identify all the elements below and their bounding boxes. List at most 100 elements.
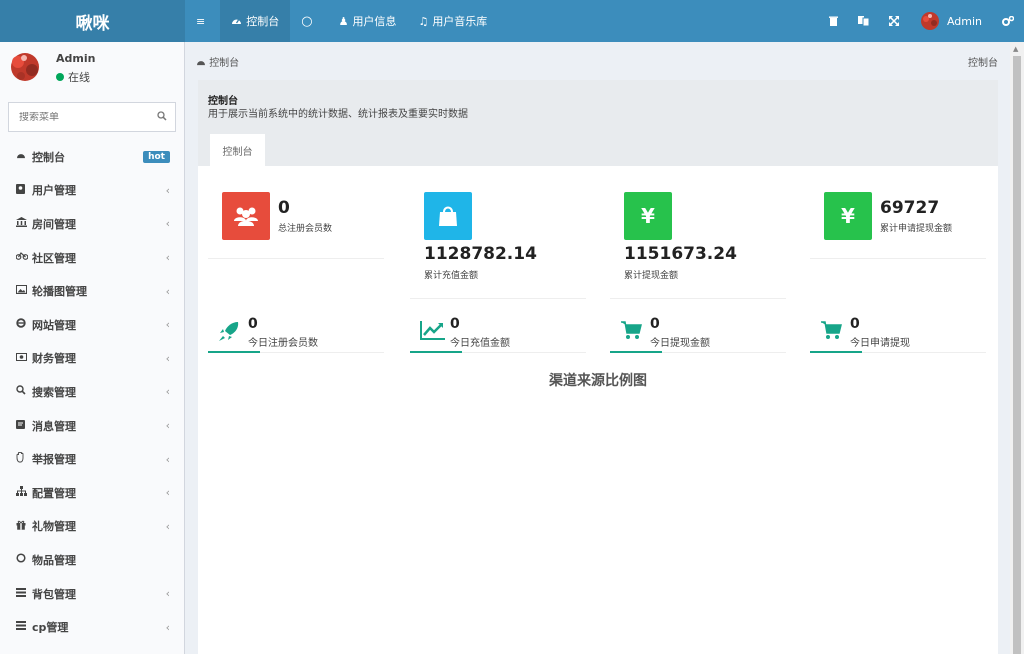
panel-header: 控制台 用于展示当前系统中的统计数据、统计报表及重要实时数据 控制台 (198, 80, 998, 166)
settings-button[interactable] (992, 0, 1024, 42)
hand-icon (16, 451, 32, 466)
page-scrollbar[interactable]: ▲ (1010, 42, 1024, 654)
user-name: Admin (56, 52, 96, 65)
stat-divider (610, 298, 786, 299)
sidebar-item-community[interactable]: 社区管理 ‹ (0, 241, 184, 275)
fullscreen-button[interactable] (879, 0, 909, 42)
users-icon (222, 192, 270, 240)
circle-tab-button[interactable]: ○ (290, 0, 327, 42)
sidebar-menu: 控制台 hot 用户管理 ‹ 房间管理 ‹ 社区管理 ‹ 轮播图管理 ‹ 网站管… (0, 140, 184, 644)
breadcrumb-link[interactable]: 控制台 (209, 58, 239, 69)
gift-icon (16, 520, 32, 533)
sidebar-toggle-button[interactable]: ≡ (185, 0, 220, 42)
circle-icon (16, 553, 32, 566)
user-panel: Admin 在线 (0, 42, 184, 90)
sidebar-item-label: 物品管理 (32, 553, 76, 567)
chevron-left-icon: ‹ (165, 620, 170, 634)
sidebar-item-label: 用户管理 (32, 184, 76, 198)
admin-name: Admin (946, 14, 982, 28)
sidebar-item-items[interactable]: 物品管理 (0, 543, 184, 577)
trash-icon (828, 16, 838, 26)
sidebar-item-label: 控制台 (32, 150, 65, 164)
stat-label: 总注册会员数 (278, 224, 333, 234)
scrollbar-thumb[interactable] (1013, 56, 1021, 654)
sidebar-item-messages[interactable]: 消息管理 ‹ (0, 409, 184, 443)
chevron-left-icon: ‹ (165, 183, 170, 197)
hot-badge: hot (143, 150, 170, 163)
today-withdraw: 0 今日提现金额 (610, 314, 786, 356)
breadcrumb: 控制台 (196, 54, 239, 69)
bicycle-icon (15, 252, 32, 263)
user-menu[interactable]: Admin (909, 0, 992, 42)
online-status: 在线 (56, 69, 90, 85)
panel-description: 用于展示当前系统中的统计数据、统计报表及重要实时数据 (208, 109, 468, 120)
tab-user-music[interactable]: ♫ 用户音乐库 (407, 0, 498, 42)
sidebar-item-label: 轮播图管理 (32, 285, 87, 299)
sidebar-item-gifts[interactable]: 礼物管理 ‹ (0, 510, 184, 544)
panel-body: 0 总注册会员数 1128782.14 累计充值金额 ¥ 1151673.24 … (198, 166, 998, 654)
sidebar-item-label: 配置管理 (32, 486, 76, 500)
sidebar: Admin 在线 控制台 hot 用户管理 ‹ 房间管理 ‹ (0, 42, 185, 654)
sidebar-item-cp[interactable]: cp管理 ‹ (0, 610, 184, 644)
tab-user-info[interactable]: ♟ 用户信息 (328, 0, 408, 42)
mini-stat-label: 今日注册会员数 (248, 338, 318, 349)
message-icon (16, 419, 32, 432)
chevron-left-icon: ‹ (165, 519, 170, 533)
sidebar-item-users[interactable]: 用户管理 ‹ (0, 174, 184, 208)
sidebar-item-dashboard[interactable]: 控制台 hot (0, 140, 184, 174)
list-icon (16, 587, 32, 600)
dashboard-icon (231, 15, 242, 28)
search-icon (16, 385, 32, 398)
chevron-left-icon: ‹ (165, 452, 170, 466)
stat-divider (208, 258, 384, 259)
mini-accent-bar (208, 351, 260, 353)
sidebar-item-search[interactable]: 搜索管理 ‹ (0, 375, 184, 409)
chevron-left-icon: ‹ (165, 385, 170, 399)
tab-user-music-label: 用户音乐库 (432, 15, 488, 28)
mini-accent-bar (610, 351, 662, 353)
fullscreen-icon (888, 16, 899, 26)
sidebar-item-finance[interactable]: 财务管理 ‹ (0, 342, 184, 376)
user-icon: ♟ (338, 14, 349, 28)
clear-cache-button[interactable] (819, 0, 848, 42)
tab-dashboard[interactable]: 控制台 (210, 134, 265, 166)
search-icon[interactable] (149, 110, 175, 124)
chevron-left-icon: ‹ (165, 217, 170, 231)
sidebar-item-banners[interactable]: 轮播图管理 ‹ (0, 274, 184, 308)
id-card-icon (16, 183, 32, 197)
tab-dashboard[interactable]: 控制台 (220, 0, 291, 42)
chevron-left-icon: ‹ (165, 251, 170, 265)
stat-value: 1128782.14 (424, 244, 537, 264)
sidebar-item-website[interactable]: 网站管理 ‹ (0, 308, 184, 342)
stat-value: 1151673.24 (624, 244, 737, 264)
app-logo[interactable]: 啾咪 (0, 0, 185, 42)
menu-icon: ≡ (196, 14, 206, 28)
menu-search (8, 102, 176, 132)
sidebar-item-label: 举报管理 (32, 453, 76, 467)
stat-divider (410, 298, 586, 299)
sidebar-item-config[interactable]: 配置管理 ‹ (0, 476, 184, 510)
menu-search-input[interactable] (9, 111, 149, 123)
sidebar-item-backpack[interactable]: 背包管理 ‹ (0, 577, 184, 611)
chart-line-icon (420, 320, 446, 342)
today-recharge: 0 今日充值金额 (410, 314, 586, 356)
sidebar-item-reports[interactable]: 举报管理 ‹ (0, 442, 184, 476)
rocket-icon (218, 320, 244, 342)
status-dot-icon (56, 73, 64, 81)
language-button[interactable] (848, 0, 879, 42)
sidebar-item-label: cp管理 (32, 621, 69, 635)
mini-stat-value: 0 (650, 316, 660, 332)
sidebar-item-label: 礼物管理 (32, 520, 76, 534)
avatar (6, 48, 44, 86)
chevron-left-icon: ‹ (165, 284, 170, 298)
main-content: 控制台 控制台 控制台 用于展示当前系统中的统计数据、统计报表及重要实时数据 控… (186, 42, 1010, 654)
mini-stat-label: 今日提现金额 (650, 338, 710, 349)
sidebar-item-rooms[interactable]: 房间管理 ‹ (0, 207, 184, 241)
tab-user-info-label: 用户信息 (352, 15, 397, 28)
sidebar-item-label: 网站管理 (32, 318, 76, 332)
mini-stat-value: 0 (850, 316, 860, 332)
dashboard-icon (196, 58, 206, 69)
chevron-left-icon: ‹ (165, 486, 170, 500)
top-nav-right: Admin (819, 0, 1024, 42)
scroll-up-icon[interactable]: ▲ (1013, 45, 1018, 53)
